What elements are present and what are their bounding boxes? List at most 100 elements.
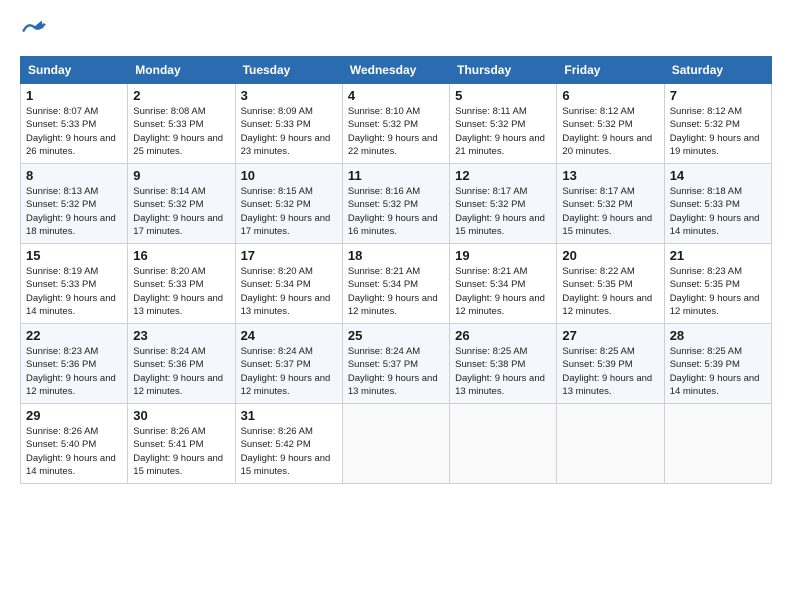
day-number: 23 (133, 328, 229, 343)
day-info: Sunrise: 8:14 AM Sunset: 5:32 PM Dayligh… (133, 185, 229, 238)
calendar-cell: 26 Sunrise: 8:25 AM Sunset: 5:38 PM Dayl… (450, 324, 557, 404)
day-info: Sunrise: 8:25 AM Sunset: 5:39 PM Dayligh… (670, 345, 766, 398)
calendar-cell: 18 Sunrise: 8:21 AM Sunset: 5:34 PM Dayl… (342, 244, 449, 324)
page: SundayMondayTuesdayWednesdayThursdayFrid… (0, 0, 792, 612)
calendar-cell: 21 Sunrise: 8:23 AM Sunset: 5:35 PM Dayl… (664, 244, 771, 324)
weekday-header-saturday: Saturday (664, 57, 771, 84)
day-info: Sunrise: 8:20 AM Sunset: 5:34 PM Dayligh… (241, 265, 337, 318)
calendar-table: SundayMondayTuesdayWednesdayThursdayFrid… (20, 56, 772, 484)
day-number: 24 (241, 328, 337, 343)
day-info: Sunrise: 8:10 AM Sunset: 5:32 PM Dayligh… (348, 105, 444, 158)
header (20, 16, 772, 44)
day-number: 30 (133, 408, 229, 423)
calendar-cell: 16 Sunrise: 8:20 AM Sunset: 5:33 PM Dayl… (128, 244, 235, 324)
day-info: Sunrise: 8:25 AM Sunset: 5:39 PM Dayligh… (562, 345, 658, 398)
calendar-header: SundayMondayTuesdayWednesdayThursdayFrid… (21, 57, 772, 84)
calendar-cell: 22 Sunrise: 8:23 AM Sunset: 5:36 PM Dayl… (21, 324, 128, 404)
day-number: 5 (455, 88, 551, 103)
day-info: Sunrise: 8:26 AM Sunset: 5:40 PM Dayligh… (26, 425, 122, 478)
calendar-cell: 6 Sunrise: 8:12 AM Sunset: 5:32 PM Dayli… (557, 84, 664, 164)
week-row-1: 1 Sunrise: 8:07 AM Sunset: 5:33 PM Dayli… (21, 84, 772, 164)
calendar-cell: 1 Sunrise: 8:07 AM Sunset: 5:33 PM Dayli… (21, 84, 128, 164)
day-number: 25 (348, 328, 444, 343)
day-info: Sunrise: 8:16 AM Sunset: 5:32 PM Dayligh… (348, 185, 444, 238)
weekday-header-sunday: Sunday (21, 57, 128, 84)
calendar-cell: 7 Sunrise: 8:12 AM Sunset: 5:32 PM Dayli… (664, 84, 771, 164)
calendar-cell: 15 Sunrise: 8:19 AM Sunset: 5:33 PM Dayl… (21, 244, 128, 324)
day-number: 8 (26, 168, 122, 183)
day-info: Sunrise: 8:08 AM Sunset: 5:33 PM Dayligh… (133, 105, 229, 158)
day-number: 7 (670, 88, 766, 103)
day-info: Sunrise: 8:24 AM Sunset: 5:36 PM Dayligh… (133, 345, 229, 398)
calendar-cell: 5 Sunrise: 8:11 AM Sunset: 5:32 PM Dayli… (450, 84, 557, 164)
calendar-cell: 11 Sunrise: 8:16 AM Sunset: 5:32 PM Dayl… (342, 164, 449, 244)
day-number: 14 (670, 168, 766, 183)
day-number: 15 (26, 248, 122, 263)
calendar-cell: 3 Sunrise: 8:09 AM Sunset: 5:33 PM Dayli… (235, 84, 342, 164)
day-number: 9 (133, 168, 229, 183)
calendar-cell (342, 404, 449, 484)
day-info: Sunrise: 8:24 AM Sunset: 5:37 PM Dayligh… (348, 345, 444, 398)
day-info: Sunrise: 8:24 AM Sunset: 5:37 PM Dayligh… (241, 345, 337, 398)
day-info: Sunrise: 8:11 AM Sunset: 5:32 PM Dayligh… (455, 105, 551, 158)
day-number: 2 (133, 88, 229, 103)
calendar-cell: 31 Sunrise: 8:26 AM Sunset: 5:42 PM Dayl… (235, 404, 342, 484)
logo-icon (20, 16, 48, 44)
calendar-cell: 2 Sunrise: 8:08 AM Sunset: 5:33 PM Dayli… (128, 84, 235, 164)
day-info: Sunrise: 8:07 AM Sunset: 5:33 PM Dayligh… (26, 105, 122, 158)
day-info: Sunrise: 8:20 AM Sunset: 5:33 PM Dayligh… (133, 265, 229, 318)
calendar-cell: 9 Sunrise: 8:14 AM Sunset: 5:32 PM Dayli… (128, 164, 235, 244)
calendar-body: 1 Sunrise: 8:07 AM Sunset: 5:33 PM Dayli… (21, 84, 772, 484)
day-number: 3 (241, 88, 337, 103)
day-number: 20 (562, 248, 658, 263)
day-number: 16 (133, 248, 229, 263)
day-number: 28 (670, 328, 766, 343)
calendar-cell: 23 Sunrise: 8:24 AM Sunset: 5:36 PM Dayl… (128, 324, 235, 404)
day-number: 19 (455, 248, 551, 263)
day-info: Sunrise: 8:17 AM Sunset: 5:32 PM Dayligh… (455, 185, 551, 238)
calendar-cell: 28 Sunrise: 8:25 AM Sunset: 5:39 PM Dayl… (664, 324, 771, 404)
day-info: Sunrise: 8:26 AM Sunset: 5:41 PM Dayligh… (133, 425, 229, 478)
calendar-cell: 17 Sunrise: 8:20 AM Sunset: 5:34 PM Dayl… (235, 244, 342, 324)
day-info: Sunrise: 8:12 AM Sunset: 5:32 PM Dayligh… (562, 105, 658, 158)
calendar-cell: 27 Sunrise: 8:25 AM Sunset: 5:39 PM Dayl… (557, 324, 664, 404)
week-row-5: 29 Sunrise: 8:26 AM Sunset: 5:40 PM Dayl… (21, 404, 772, 484)
calendar-cell: 4 Sunrise: 8:10 AM Sunset: 5:32 PM Dayli… (342, 84, 449, 164)
day-number: 1 (26, 88, 122, 103)
day-number: 21 (670, 248, 766, 263)
weekday-header-friday: Friday (557, 57, 664, 84)
weekday-header-wednesday: Wednesday (342, 57, 449, 84)
day-info: Sunrise: 8:19 AM Sunset: 5:33 PM Dayligh… (26, 265, 122, 318)
day-number: 11 (348, 168, 444, 183)
day-number: 31 (241, 408, 337, 423)
day-info: Sunrise: 8:21 AM Sunset: 5:34 PM Dayligh… (455, 265, 551, 318)
calendar-cell: 8 Sunrise: 8:13 AM Sunset: 5:32 PM Dayli… (21, 164, 128, 244)
calendar-cell (664, 404, 771, 484)
calendar-cell: 24 Sunrise: 8:24 AM Sunset: 5:37 PM Dayl… (235, 324, 342, 404)
day-number: 13 (562, 168, 658, 183)
calendar-cell: 20 Sunrise: 8:22 AM Sunset: 5:35 PM Dayl… (557, 244, 664, 324)
day-info: Sunrise: 8:22 AM Sunset: 5:35 PM Dayligh… (562, 265, 658, 318)
day-number: 18 (348, 248, 444, 263)
day-info: Sunrise: 8:23 AM Sunset: 5:35 PM Dayligh… (670, 265, 766, 318)
day-info: Sunrise: 8:12 AM Sunset: 5:32 PM Dayligh… (670, 105, 766, 158)
day-number: 6 (562, 88, 658, 103)
day-number: 26 (455, 328, 551, 343)
week-row-4: 22 Sunrise: 8:23 AM Sunset: 5:36 PM Dayl… (21, 324, 772, 404)
logo (20, 16, 52, 44)
day-info: Sunrise: 8:21 AM Sunset: 5:34 PM Dayligh… (348, 265, 444, 318)
day-info: Sunrise: 8:18 AM Sunset: 5:33 PM Dayligh… (670, 185, 766, 238)
calendar-cell: 19 Sunrise: 8:21 AM Sunset: 5:34 PM Dayl… (450, 244, 557, 324)
day-number: 22 (26, 328, 122, 343)
weekday-header-tuesday: Tuesday (235, 57, 342, 84)
day-number: 4 (348, 88, 444, 103)
day-number: 10 (241, 168, 337, 183)
day-number: 27 (562, 328, 658, 343)
day-number: 29 (26, 408, 122, 423)
day-number: 17 (241, 248, 337, 263)
calendar-cell: 12 Sunrise: 8:17 AM Sunset: 5:32 PM Dayl… (450, 164, 557, 244)
weekday-row: SundayMondayTuesdayWednesdayThursdayFrid… (21, 57, 772, 84)
weekday-header-thursday: Thursday (450, 57, 557, 84)
calendar-cell (450, 404, 557, 484)
day-info: Sunrise: 8:09 AM Sunset: 5:33 PM Dayligh… (241, 105, 337, 158)
